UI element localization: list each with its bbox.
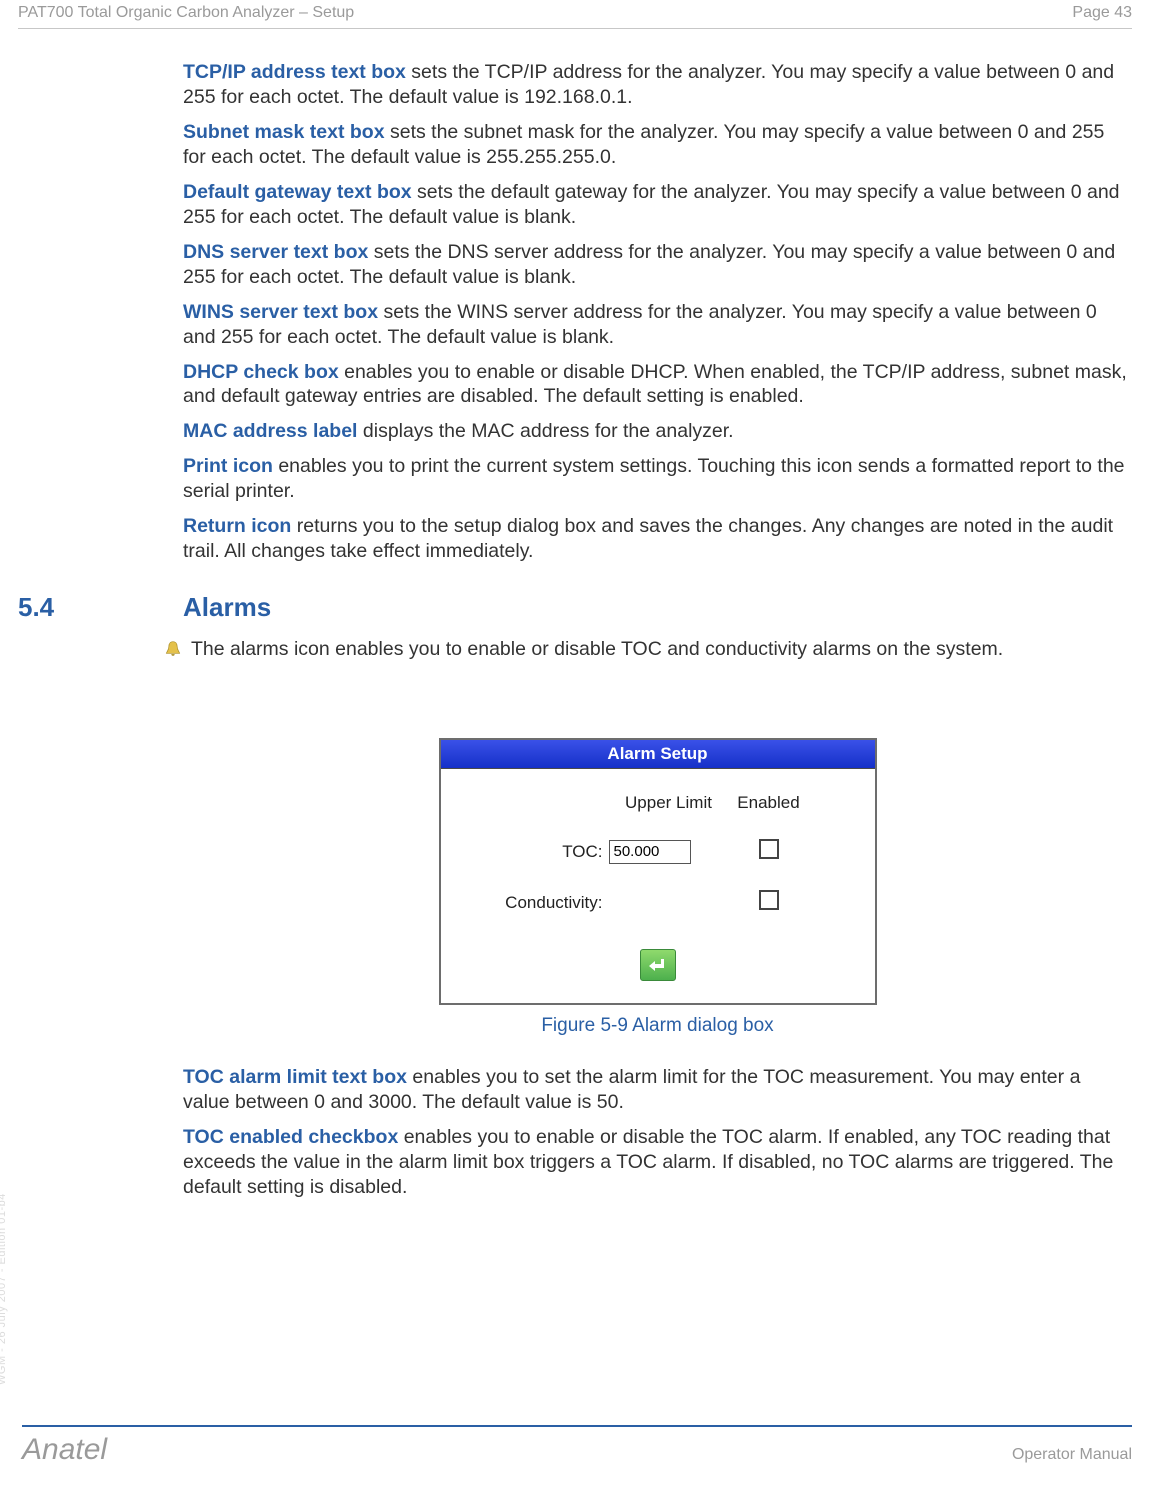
figure-caption: Figure 5-9 Alarm dialog box <box>183 1015 1132 1037</box>
dialog-body: Upper Limit Enabled TOC: Conductivity: <box>441 769 875 1003</box>
text-return: returns you to the setup dialog box and … <box>183 515 1113 562</box>
section-title: Alarms <box>183 592 271 623</box>
term-toc-enabled: TOC enabled checkbox <box>183 1126 398 1148</box>
term-dhcp: DHCP check box <box>183 361 339 383</box>
section-intro: The alarms icon enables you to enable or… <box>163 637 1132 666</box>
network-settings-block: TCP/IP address text box sets the TCP/IP … <box>183 60 1132 564</box>
section-heading-row: 5.4 Alarms <box>18 592 1132 623</box>
footer-brand: Anatel <box>22 1433 107 1467</box>
toc-enabled-checkbox[interactable] <box>759 839 779 859</box>
col-header-enabled: Enabled <box>737 793 799 813</box>
term-toc-limit: TOC alarm limit text box <box>183 1066 407 1088</box>
bell-icon <box>163 637 183 666</box>
dialog-grid: Upper Limit Enabled TOC: Conductivity: <box>459 793 857 915</box>
footer-doc-type: Operator Manual <box>1012 1446 1132 1464</box>
para-print: Print icon enables you to print the curr… <box>183 454 1132 504</box>
term-print: Print icon <box>183 455 273 477</box>
content-area: TCP/IP address text box sets the TCP/IP … <box>18 60 1132 1405</box>
para-tcpip: TCP/IP address text box sets the TCP/IP … <box>183 60 1132 110</box>
toc-upper-limit-input[interactable] <box>609 840 691 864</box>
header-right: Page 43 <box>1072 4 1132 22</box>
header-rule <box>18 28 1132 29</box>
term-tcpip: TCP/IP address text box <box>183 61 406 83</box>
term-return: Return icon <box>183 515 291 537</box>
conductivity-enabled-checkbox[interactable] <box>759 890 779 910</box>
term-mac: MAC address label <box>183 420 357 442</box>
row-label-toc: TOC: <box>562 842 608 862</box>
alarm-params-block: TOC alarm limit text box enables you to … <box>183 1065 1132 1200</box>
return-icon[interactable] <box>640 949 676 981</box>
dialog-return-row <box>459 949 857 981</box>
page-header: PAT700 Total Organic Carbon Analyzer – S… <box>18 4 1132 22</box>
page: PAT700 Total Organic Carbon Analyzer – S… <box>0 0 1156 1495</box>
para-subnet: Subnet mask text box sets the subnet mas… <box>183 120 1132 170</box>
alarm-setup-dialog: Alarm Setup Upper Limit Enabled TOC: Con… <box>439 738 877 1005</box>
text-mac: displays the MAC address for the analyze… <box>357 420 733 442</box>
term-wins: WINS server text box <box>183 301 378 323</box>
figure-wrap: Alarm Setup Upper Limit Enabled TOC: Con… <box>183 738 1132 1037</box>
term-gateway: Default gateway text box <box>183 181 412 203</box>
header-left: PAT700 Total Organic Carbon Analyzer – S… <box>18 4 354 22</box>
term-dns: DNS server text box <box>183 241 368 263</box>
footer-row: Anatel Operator Manual <box>22 1433 1132 1467</box>
para-toc-enabled: TOC enabled checkbox enables you to enab… <box>183 1125 1132 1200</box>
section-intro-text: The alarms icon enables you to enable or… <box>191 637 1003 662</box>
col-header-upper-limit: Upper Limit <box>625 793 712 813</box>
text-print: enables you to print the current system … <box>183 455 1125 502</box>
side-revision-text: WGM - 26 July 2007 - Edition 01-b4 <box>0 1193 8 1385</box>
para-dhcp: DHCP check box enables you to enable or … <box>183 360 1132 410</box>
row-label-conductivity: Conductivity: <box>505 893 608 913</box>
footer-rule <box>22 1425 1132 1427</box>
para-wins: WINS server text box sets the WINS serve… <box>183 300 1132 350</box>
para-return: Return icon returns you to the setup dia… <box>183 514 1132 564</box>
para-gateway: Default gateway text box sets the defaul… <box>183 180 1132 230</box>
dialog-title: Alarm Setup <box>441 740 875 769</box>
para-dns: DNS server text box sets the DNS server … <box>183 240 1132 290</box>
para-mac: MAC address label displays the MAC addre… <box>183 419 1132 444</box>
section-number: 5.4 <box>18 592 183 623</box>
para-toc-limit: TOC alarm limit text box enables you to … <box>183 1065 1132 1115</box>
term-subnet: Subnet mask text box <box>183 121 385 143</box>
